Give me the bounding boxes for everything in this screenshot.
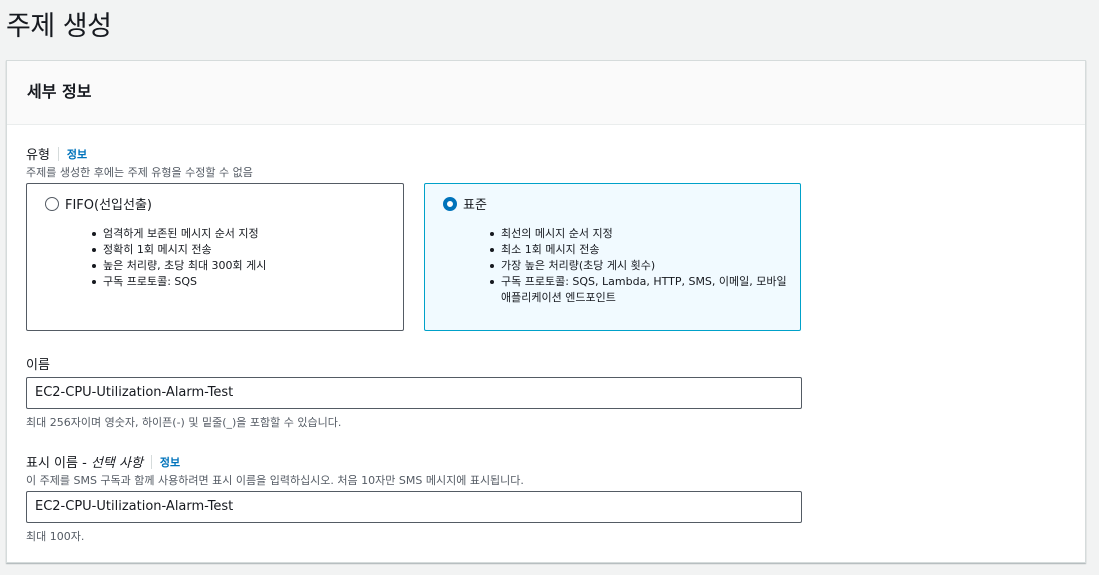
list-item: 구독 프로토콜: SQS, Lambda, HTTP, SMS, 이메일, 모바… xyxy=(490,274,791,306)
list-item: 엄격하게 보존된 메시지 순서 지정 xyxy=(91,226,266,242)
type-label-row: 유형 정보 xyxy=(26,144,87,163)
fifo-option-title: FIFO(선입선출) xyxy=(65,198,153,213)
name-label: 이름 xyxy=(26,358,50,373)
display-name-label-row: 표시 이름 - 선택 사항 정보 xyxy=(26,452,180,471)
name-label-row: 이름 xyxy=(26,354,50,373)
name-constraint: 최대 256자이며 영숫자, 하이픈(-) 및 밑줄(_)을 포함할 수 있습니… xyxy=(26,416,342,429)
panel-heading: 세부 정보 xyxy=(27,82,92,101)
list-item: 정확히 1회 메시지 전송 xyxy=(91,242,266,258)
standard-option-card[interactable]: 표준 최선의 메시지 순서 지정 최소 1회 메시지 전송 가장 높은 처리량(… xyxy=(424,183,801,331)
standard-option-title: 표준 xyxy=(463,198,487,213)
divider xyxy=(57,146,59,161)
standard-radio[interactable] xyxy=(443,197,457,211)
type-label: 유형 xyxy=(26,148,50,163)
list-item: 구독 프로토콜: SQS xyxy=(91,274,266,290)
fifo-feature-list: 엄격하게 보존된 메시지 순서 지정 정확히 1회 메시지 전송 높은 처리량,… xyxy=(91,226,267,290)
display-name-label-text: 표시 이름 - xyxy=(26,456,91,471)
type-description: 주제를 생성한 후에는 주제 유형을 수정할 수 없음 xyxy=(26,166,253,179)
optional-tag: 선택 사항 xyxy=(90,456,143,471)
fifo-radio[interactable] xyxy=(45,197,59,211)
type-info-link[interactable]: 정보 xyxy=(67,146,87,162)
list-item: 높은 처리량, 초당 최대 300회 게시 xyxy=(91,259,267,272)
display-name-info-link[interactable]: 정보 xyxy=(160,454,180,470)
panel-header: 세부 정보 xyxy=(7,61,1085,125)
list-item: 가장 높은 처리량(초당 게시 횟수) xyxy=(490,258,791,274)
display-name-constraint: 최대 100자. xyxy=(26,530,85,543)
display-name-label: 표시 이름 - 선택 사항 xyxy=(26,452,143,471)
standard-feature-list: 최선의 메시지 순서 지정 최소 1회 메시지 전송 가장 높은 처리량(초당 … xyxy=(490,226,791,306)
display-name-description: 이 주제를 SMS 구독과 함께 사용하려면 표시 이름을 입력하십시오. 처음… xyxy=(26,474,524,487)
details-panel: 세부 정보 유형 정보 주제를 생성한 후에는 주제 유형을 수정할 수 없음 … xyxy=(6,60,1086,563)
fifo-option-card[interactable]: FIFO(선입선출) 엄격하게 보존된 메시지 순서 지정 정확히 1회 메시지… xyxy=(26,183,404,331)
page-title: 주제 생성 xyxy=(6,11,112,42)
display-name-input[interactable]: EC2-CPU-Utilization-Alarm-Test xyxy=(26,491,802,523)
name-input[interactable]: EC2-CPU-Utilization-Alarm-Test xyxy=(26,377,802,409)
list-item: 최선의 메시지 순서 지정 xyxy=(490,226,791,242)
list-item: 최소 1회 메시지 전송 xyxy=(490,242,791,258)
divider xyxy=(150,454,152,469)
